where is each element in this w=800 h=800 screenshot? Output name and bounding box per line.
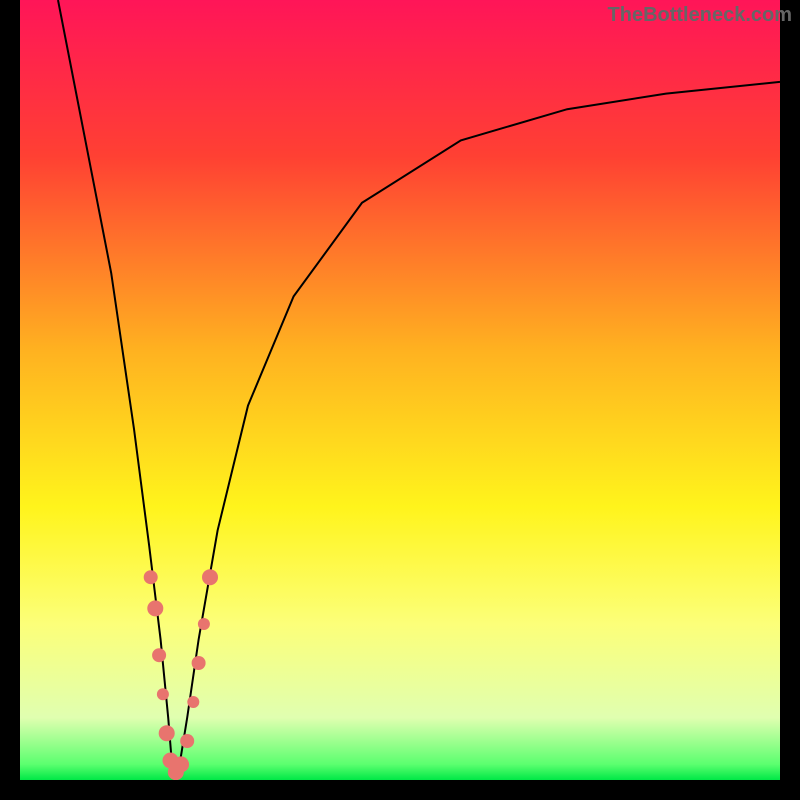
data-marker [180, 734, 194, 748]
data-marker [144, 570, 158, 584]
data-marker [157, 688, 169, 700]
curve-layer [20, 0, 780, 780]
data-marker [192, 656, 206, 670]
plot-area [20, 0, 780, 780]
data-markers [144, 569, 218, 780]
watermark-text: TheBottleneck.com [608, 4, 792, 27]
data-marker [147, 600, 163, 616]
data-marker [187, 696, 199, 708]
data-marker [198, 618, 210, 630]
chart-container: TheBottleneck.com [0, 0, 800, 800]
data-marker [152, 648, 166, 662]
v-curve-line [58, 0, 780, 772]
data-marker [202, 569, 218, 585]
data-marker [173, 756, 189, 772]
data-marker [159, 725, 175, 741]
